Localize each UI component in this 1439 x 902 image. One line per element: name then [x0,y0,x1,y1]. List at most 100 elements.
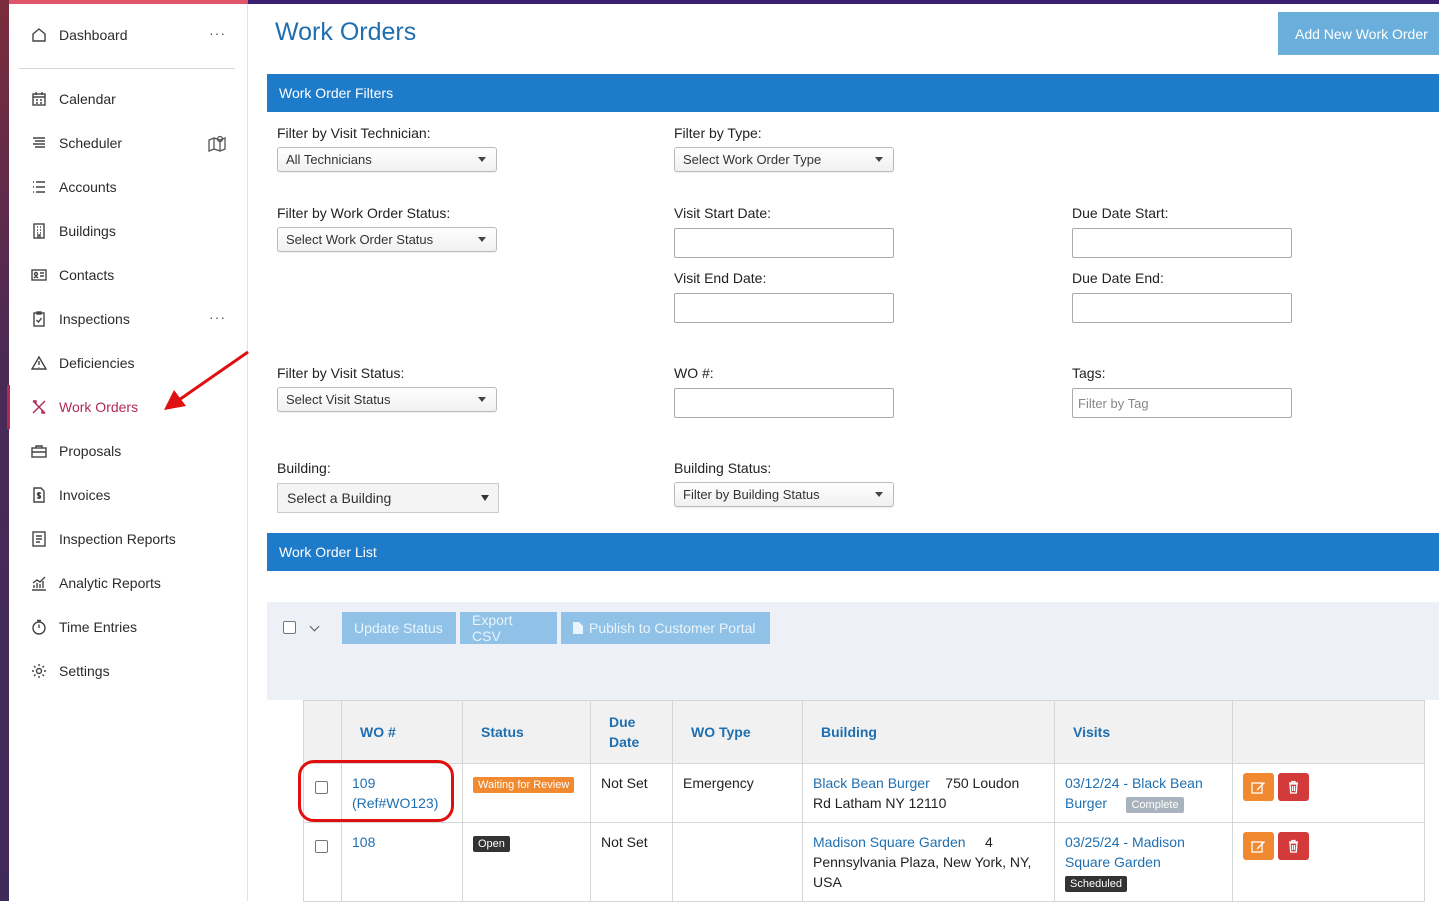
wo-status-filter-label: Filter by Work Order Status: [277,205,451,221]
row-select-cell [303,822,342,902]
sidebar-item-accounts[interactable]: Accounts [9,165,248,209]
delete-button[interactable] [1278,773,1309,801]
publish-portal-label: Publish to Customer Portal [589,620,756,636]
visit-end-input[interactable] [674,293,894,323]
building-address-line: 4 [985,834,993,850]
home-icon [31,27,47,43]
visit-start-label: Visit Start Date: [674,205,772,221]
visit-link[interactable]: Square Garden [1065,852,1222,872]
annotation-highlight-oval [298,760,454,822]
type-filter-select[interactable]: Select Work Order Type [674,147,894,172]
column-header-wo[interactable]: WO # [341,700,463,764]
visit-status-badge: Complete [1126,797,1184,813]
sidebar-item-label: Scheduler [59,135,123,151]
status-badge: Waiting for Review [473,777,575,793]
visit-status-filter-select[interactable]: Select Visit Status [277,387,497,412]
wo-number-label: WO #: [674,365,714,381]
map-icon[interactable] [208,134,226,152]
visit-link[interactable]: 03/12/24 - Black Bean [1065,773,1222,793]
column-header-status[interactable]: Status [462,700,591,764]
building-status-filter-select[interactable]: Filter by Building Status [674,482,894,507]
timer-icon [31,619,47,635]
sidebar-item-label: Dashboard [59,27,128,43]
technician-filter-select[interactable]: All Technicians [277,147,497,172]
export-csv-button[interactable]: Export CSV [460,612,557,644]
sidebar-item-inspection-reports[interactable]: Inspection Reports [9,517,248,561]
sidebar-item-proposals[interactable]: Proposals [9,429,248,473]
column-header-wo-type[interactable]: WO Type [672,700,803,764]
visit-status-filter-value: Select Visit Status [286,392,391,407]
column-header-actions [1232,700,1425,764]
sidebar-item-inspections[interactable]: Inspections ··· [9,297,248,341]
delete-button[interactable] [1278,832,1309,860]
sidebar-item-calendar[interactable]: Calendar [9,77,248,121]
building-icon [31,223,47,239]
inspections-more-icon[interactable]: ··· [209,309,226,325]
sidebar: Dashboard ··· Calendar Scheduler Account… [7,4,248,901]
briefcase-icon [31,443,47,459]
visits-cell: 03/25/24 - Madison Square Garden Schedul… [1054,822,1233,902]
sidebar-item-label: Proposals [59,443,122,459]
column-header-visits[interactable]: Visits [1054,700,1233,764]
visit-status-badge: Scheduled [1065,876,1127,892]
building-status-filter-label: Building Status: [674,460,772,476]
caret-down-icon [875,157,883,162]
sidebar-item-contacts[interactable]: Contacts [9,253,248,297]
column-header-due-date[interactable]: Due Date [590,700,673,764]
type-filter-value: Select Work Order Type [683,152,822,167]
visit-link[interactable]: Burger [1065,795,1107,811]
wo-type-cell [672,822,803,902]
building-address-line: Rd Latham NY 12110 [813,795,947,811]
building-address-line: 750 Loudon [945,775,1020,791]
table-row: 109 (Ref#WO123) Waiting for Review Not S… [303,763,1425,823]
add-work-order-button[interactable]: Add New Work Order [1278,12,1439,55]
row-checkbox[interactable] [315,840,328,853]
sidebar-item-invoices[interactable]: Invoices [9,473,248,517]
annotation-arrow [164,350,249,410]
caret-down-icon [478,157,486,162]
edit-button[interactable] [1243,773,1274,801]
update-status-button[interactable]: Update Status [342,612,456,644]
due-date-cell: Not Set [590,822,673,902]
sidebar-item-time-entries[interactable]: Time Entries [9,605,248,649]
building-filter-label: Building: [277,460,331,476]
building-link[interactable]: Madison Square Garden [813,834,966,850]
sidebar-item-scheduler[interactable]: Scheduler [9,121,248,165]
trash-icon [1289,780,1298,794]
sidebar-item-analytic-reports[interactable]: Analytic Reports [9,561,248,605]
due-end-input[interactable] [1072,293,1292,323]
status-badge: Open [473,836,510,852]
select-all-checkbox[interactable] [283,621,296,634]
sidebar-item-dashboard[interactable]: Dashboard ··· [9,13,248,57]
visit-start-input[interactable] [674,228,894,258]
tags-input[interactable]: Filter by Tag [1072,388,1292,418]
building-filter-value: Select a Building [287,490,392,506]
due-date-cell: Not Set [590,763,673,823]
gear-icon [31,663,47,679]
column-header-select [303,700,342,764]
building-filter-select[interactable]: Select a Building [277,483,499,513]
column-header-due-date-label: Due Date [609,714,640,750]
list-icon [31,179,47,195]
sidebar-item-buildings[interactable]: Buildings [9,209,248,253]
status-cell: Waiting for Review [462,763,591,823]
dashboard-more-icon[interactable]: ··· [209,25,226,41]
due-start-input[interactable] [1072,228,1292,258]
chevron-down-icon[interactable] [309,621,320,632]
building-status-filter-value: Filter by Building Status [683,487,820,502]
status-cell: Open [462,822,591,902]
wo-number-input[interactable] [674,388,894,418]
sidebar-item-label: Calendar [59,91,116,107]
sidebar-item-settings[interactable]: Settings [9,649,248,693]
wo-status-filter-select[interactable]: Select Work Order Status [277,227,497,252]
column-header-building[interactable]: Building [802,700,1055,764]
publish-portal-button[interactable]: Publish to Customer Portal [561,612,770,644]
wo-number-link[interactable]: 108 [352,832,452,852]
building-cell: Madison Square Garden 4 Pennsylvania Pla… [802,822,1055,902]
building-link[interactable]: Black Bean Burger [813,775,930,791]
visit-end-label: Visit End Date: [674,270,767,286]
type-filter-label: Filter by Type: [674,125,762,141]
visit-link[interactable]: 03/25/24 - Madison [1065,832,1222,852]
edit-button[interactable] [1243,832,1274,860]
tags-label: Tags: [1072,365,1106,381]
